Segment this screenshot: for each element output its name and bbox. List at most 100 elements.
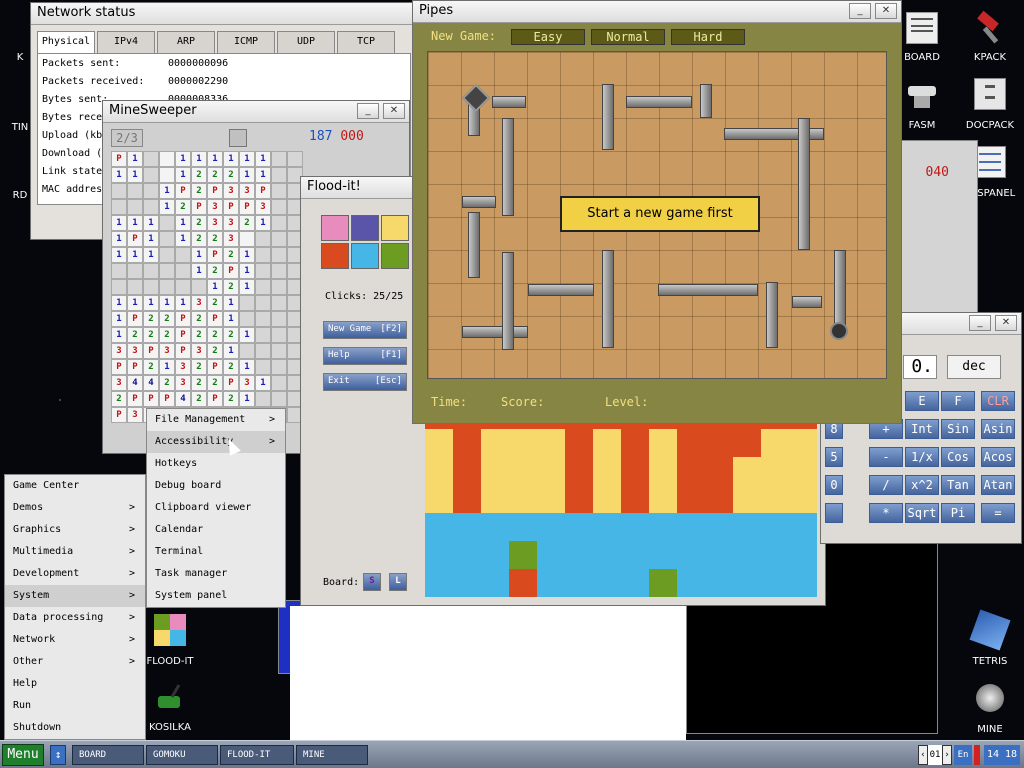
mine-cell[interactable]: 1 [191, 247, 207, 263]
mine-cell[interactable]: 1 [255, 375, 271, 391]
menu-item-graphics[interactable]: Graphics > [5, 519, 145, 541]
tab-arp[interactable]: ARP [157, 31, 215, 53]
mine-cell[interactable]: P [143, 391, 159, 407]
mine-cell[interactable]: 3 [223, 183, 239, 199]
mine-cell[interactable]: P [111, 359, 127, 375]
mine-cell[interactable] [175, 263, 191, 279]
level-normal-button[interactable]: Normal [591, 29, 665, 45]
pipe-segment[interactable] [658, 284, 758, 296]
mine-cell[interactable] [143, 263, 159, 279]
mine-cell[interactable]: 1 [111, 295, 127, 311]
pipes-board[interactable]: Start a new game first [427, 51, 887, 379]
mine-cell[interactable]: 1 [159, 199, 175, 215]
mine-cell[interactable]: 2 [191, 391, 207, 407]
mine-cell[interactable]: 1 [159, 295, 175, 311]
mine-cell[interactable]: P [207, 311, 223, 327]
mine-cell[interactable]: 2 [127, 327, 143, 343]
calc-key[interactable]: Asin [981, 419, 1015, 439]
menu-item-development[interactable]: Development > [5, 563, 145, 585]
mine-cell[interactable] [159, 151, 175, 167]
mine-cell[interactable]: P [223, 263, 239, 279]
mine-cell[interactable] [271, 311, 287, 327]
mine-cell[interactable]: P [223, 199, 239, 215]
help-button[interactable]: Help [F1] [323, 347, 407, 365]
mine-cell[interactable] [271, 247, 287, 263]
mine-cell[interactable]: 1 [175, 215, 191, 231]
mine-cell[interactable]: 1 [175, 295, 191, 311]
mine-cell[interactable] [255, 247, 271, 263]
mine-cell[interactable]: 1 [239, 151, 255, 167]
desktop-icon-tetris[interactable]: TETRIS [960, 609, 1020, 668]
mine-cell[interactable]: 2 [223, 327, 239, 343]
menu-button[interactable]: Menu [2, 744, 44, 766]
pipe-segment[interactable] [792, 296, 822, 308]
menu-item-network[interactable]: Network > [5, 629, 145, 651]
menu-item-shutdown[interactable]: Shutdown [5, 717, 145, 739]
mine-cell[interactable] [143, 279, 159, 295]
mine-cell[interactable]: 1 [255, 215, 271, 231]
mine-cell[interactable] [255, 295, 271, 311]
mine-cell[interactable] [271, 279, 287, 295]
mine-cell[interactable] [239, 231, 255, 247]
mine-cell[interactable] [271, 167, 287, 183]
taskbar-task-gomoku[interactable]: GOMOKU [146, 745, 218, 765]
level-hard-button[interactable]: Hard [671, 29, 745, 45]
mine-cell[interactable]: 3 [159, 343, 175, 359]
pipe-segment[interactable] [626, 96, 692, 108]
taskbar-task-board[interactable]: BOARD [72, 745, 144, 765]
mine-cell[interactable] [111, 199, 127, 215]
mine-cell[interactable] [239, 311, 255, 327]
calc-key[interactable]: 0 [825, 475, 843, 495]
mine-cell[interactable]: P [127, 311, 143, 327]
calc-key[interactable]: CLR [981, 391, 1015, 411]
calc-key[interactable]: Acos [981, 447, 1015, 467]
mine-cell[interactable] [271, 151, 287, 167]
desktop-icon-fasm[interactable]: FASM [894, 76, 950, 132]
mine-cell[interactable]: P [127, 391, 143, 407]
mine-cell[interactable] [127, 183, 143, 199]
mine-cell[interactable]: 2 [159, 311, 175, 327]
mine-cell[interactable]: 1 [175, 151, 191, 167]
mine-cell[interactable]: P [127, 231, 143, 247]
mine-cell[interactable]: P [207, 359, 223, 375]
desktop-icon-mine[interactable]: MINE [960, 680, 1020, 736]
mine-cell[interactable]: P [175, 311, 191, 327]
mine-cell[interactable]: 3 [175, 375, 191, 391]
mine-cell[interactable]: 1 [223, 295, 239, 311]
mine-cell[interactable]: 1 [111, 311, 127, 327]
mine-cell[interactable]: 1 [127, 295, 143, 311]
calc-key[interactable]: - [869, 447, 903, 467]
desktop-icon-board[interactable]: BOARD [894, 10, 950, 66]
mine-cell[interactable] [127, 279, 143, 295]
mine-cell[interactable]: P [207, 247, 223, 263]
minesweeper-title-bar[interactable]: MineSweeper _ ✕ [103, 101, 409, 123]
color-swatch-red[interactable] [321, 243, 349, 269]
mine-cell[interactable]: P [111, 151, 127, 167]
mine-cell[interactable]: 2 [159, 375, 175, 391]
mine-cell[interactable]: 1 [175, 231, 191, 247]
submenu-item-hotkeys[interactable]: Hotkeys [147, 453, 285, 475]
mine-cell[interactable]: 3 [255, 199, 271, 215]
mine-cell[interactable]: 1 [111, 247, 127, 263]
mine-cell[interactable]: 2 [207, 375, 223, 391]
mine-cell[interactable]: P [207, 391, 223, 407]
mine-cell[interactable]: 3 [207, 199, 223, 215]
mine-cell[interactable] [111, 263, 127, 279]
mine-cell[interactable]: 1 [159, 183, 175, 199]
color-swatch-pink[interactable] [321, 215, 349, 241]
calc-key[interactable]: F [941, 391, 975, 411]
taskbar-task-floodit[interactable]: FLOOD-IT [220, 745, 294, 765]
mine-cell[interactable] [255, 327, 271, 343]
mine-cell[interactable] [111, 279, 127, 295]
mine-cell[interactable]: 2 [223, 359, 239, 375]
pipe-segment[interactable] [528, 284, 594, 296]
mine-cell[interactable]: 1 [175, 167, 191, 183]
mine-cell[interactable] [271, 215, 287, 231]
mine-cell[interactable]: 3 [239, 375, 255, 391]
color-swatch-cyan[interactable] [351, 243, 379, 269]
submenu-item-task-manager[interactable]: Task manager [147, 563, 285, 585]
mine-cell[interactable] [255, 311, 271, 327]
menu-item-other[interactable]: Other > [5, 651, 145, 673]
calc-key[interactable]: Pi [941, 503, 975, 523]
page-next-icon[interactable]: › [942, 745, 952, 765]
